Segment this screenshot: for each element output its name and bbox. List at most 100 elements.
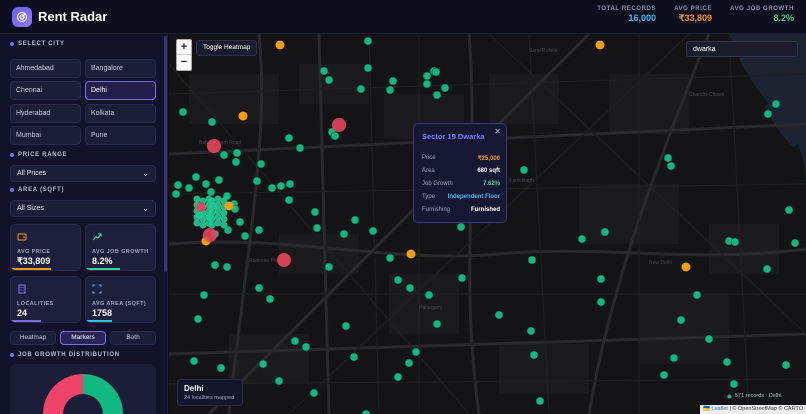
map-marker-green[interactable] xyxy=(256,159,266,169)
map-marker-green[interactable] xyxy=(704,334,714,344)
city-button-bangalore[interactable]: Bangalore xyxy=(85,59,156,78)
map-marker-green[interactable] xyxy=(324,75,334,85)
map-marker-green[interactable] xyxy=(324,262,334,272)
map-marker-green[interactable] xyxy=(267,183,277,193)
map-marker-green[interactable] xyxy=(219,150,229,160)
map-marker-green[interactable] xyxy=(422,71,432,81)
map-marker-red[interactable] xyxy=(196,202,206,212)
map-marker-green[interactable] xyxy=(771,99,781,109)
map-marker-green[interactable] xyxy=(193,314,203,324)
map-marker-green[interactable] xyxy=(577,234,587,244)
map-marker-green[interactable] xyxy=(222,262,232,272)
map-marker-green[interactable] xyxy=(762,264,772,274)
map-marker-green[interactable] xyxy=(676,315,686,325)
map-marker-green[interactable] xyxy=(363,36,373,46)
map-marker-green[interactable] xyxy=(692,290,702,300)
map-marker-green[interactable] xyxy=(659,370,669,380)
map-marker-red[interactable] xyxy=(203,228,217,242)
map-marker-green[interactable] xyxy=(763,109,773,119)
map-view[interactable]: Bahadurgarh Road Sarai Rohilla Chandni C… xyxy=(169,34,806,414)
map-marker-green[interactable] xyxy=(193,195,201,203)
map-marker-green[interactable] xyxy=(339,229,349,239)
map-marker-orange[interactable] xyxy=(406,249,416,259)
map-marker-green[interactable] xyxy=(220,215,228,223)
map-marker-green[interactable] xyxy=(356,84,366,94)
map-marker-orange[interactable] xyxy=(595,40,605,50)
map-marker-green[interactable] xyxy=(220,221,228,229)
map-marker-orange[interactable] xyxy=(681,262,691,272)
map-marker-green[interactable] xyxy=(424,290,434,300)
zoom-in-button[interactable]: + xyxy=(177,40,191,55)
map-marker-green[interactable] xyxy=(201,179,211,189)
close-icon[interactable]: ✕ xyxy=(494,127,501,136)
map-marker-green[interactable] xyxy=(210,260,220,270)
map-marker-green[interactable] xyxy=(330,131,340,141)
zoom-out-button[interactable]: − xyxy=(177,55,191,70)
mode-both-button[interactable]: Both xyxy=(110,331,156,345)
city-button-delhi[interactable]: Delhi xyxy=(85,81,156,100)
map-marker-green[interactable] xyxy=(199,215,207,223)
map-marker-orange[interactable] xyxy=(238,111,248,121)
mode-markers-button[interactable]: Markers xyxy=(60,331,106,345)
city-button-ahmedabad[interactable]: Ahmedabad xyxy=(10,59,81,78)
map-marker-green[interactable] xyxy=(440,83,450,93)
map-marker-green[interactable] xyxy=(529,350,539,360)
map-marker-green[interactable] xyxy=(309,388,319,398)
map-marker-green[interactable] xyxy=(178,107,188,117)
map-marker-green[interactable] xyxy=(385,85,395,95)
map-marker-green[interactable] xyxy=(214,175,224,185)
map-marker-green[interactable] xyxy=(284,133,294,143)
map-marker-green[interactable] xyxy=(214,201,222,209)
map-marker-green[interactable] xyxy=(199,221,207,229)
map-marker-green[interactable] xyxy=(388,76,398,86)
map-marker-green[interactable] xyxy=(290,336,300,346)
city-button-mumbai[interactable]: Mumbai xyxy=(10,126,81,145)
map-marker-green[interactable] xyxy=(265,294,275,304)
map-marker-green[interactable] xyxy=(363,63,373,73)
map-marker-green[interactable] xyxy=(254,225,264,235)
city-button-hyderabad[interactable]: Hyderabad xyxy=(10,104,81,123)
map-marker-green[interactable] xyxy=(252,176,262,186)
map-marker-green[interactable] xyxy=(393,275,403,285)
map-marker-green[interactable] xyxy=(405,283,415,293)
map-marker-green[interactable] xyxy=(220,209,228,217)
map-marker-green[interactable] xyxy=(393,372,403,382)
map-marker-green[interactable] xyxy=(432,90,442,100)
map-marker-green[interactable] xyxy=(276,181,286,191)
map-marker-green[interactable] xyxy=(258,359,268,369)
map-marker-green[interactable] xyxy=(312,223,322,233)
city-button-kolkata[interactable]: Kolkata xyxy=(85,104,156,123)
map-marker-green[interactable] xyxy=(191,172,201,182)
map-marker-green[interactable] xyxy=(350,215,360,225)
map-marker-green[interactable] xyxy=(254,283,264,293)
map-marker-green[interactable] xyxy=(526,326,536,336)
map-marker-green[interactable] xyxy=(173,180,183,190)
map-marker-green[interactable] xyxy=(432,319,442,329)
map-marker-green[interactable] xyxy=(729,379,739,389)
map-marker-green[interactable] xyxy=(207,117,217,127)
map-marker-green[interactable] xyxy=(240,231,250,241)
map-marker-green[interactable] xyxy=(519,165,529,175)
city-button-chennai[interactable]: Chennai xyxy=(10,81,81,100)
map-marker-green[interactable] xyxy=(535,396,545,406)
map-marker-green[interactable] xyxy=(669,353,679,363)
map-marker-green[interactable] xyxy=(404,358,414,368)
sidebar-scrollbar[interactable] xyxy=(164,36,167,272)
map-marker-red[interactable] xyxy=(332,118,346,132)
map-marker-green[interactable] xyxy=(456,222,466,232)
map-marker-green[interactable] xyxy=(184,183,194,193)
map-marker-green[interactable] xyxy=(214,213,222,221)
map-marker-green[interactable] xyxy=(214,207,222,215)
map-marker-green[interactable] xyxy=(295,143,305,153)
toggle-heatmap-button[interactable]: Toggle Heatmap xyxy=(196,40,258,56)
map-marker-green[interactable] xyxy=(231,157,241,167)
city-button-pune[interactable]: Pune xyxy=(85,126,156,145)
map-marker-green[interactable] xyxy=(285,179,295,189)
map-marker-green[interactable] xyxy=(784,205,794,215)
map-marker-green[interactable] xyxy=(301,342,311,352)
map-marker-green[interactable] xyxy=(790,238,800,248)
map-marker-green[interactable] xyxy=(310,207,320,217)
locality-search-input[interactable] xyxy=(686,41,798,57)
map-marker-green[interactable] xyxy=(341,321,351,331)
map-marker-green[interactable] xyxy=(385,253,395,263)
